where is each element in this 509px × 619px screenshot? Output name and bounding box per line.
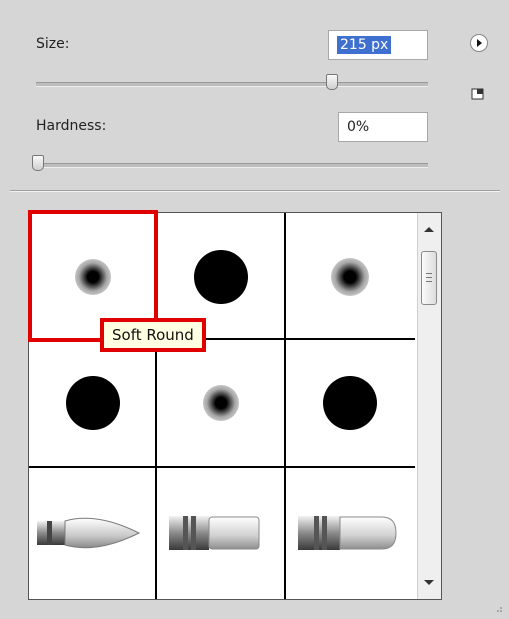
rounded-flat-brush-icon — [298, 516, 397, 550]
soft-round-tip-icon — [331, 258, 369, 296]
size-slider-track[interactable] — [36, 82, 428, 87]
hard-round-tip-icon — [194, 250, 248, 304]
brush-picker-panel: Size: 215 px Hardness: 0% Soft Round — [0, 0, 509, 619]
brush-preset-rounded-flat[interactable] — [286, 468, 415, 599]
brush-preset-pointed[interactable] — [29, 468, 157, 599]
brush-preset-hard-round[interactable] — [286, 340, 415, 468]
size-label: Size: — [36, 36, 70, 52]
arrow-right-circle-icon[interactable] — [470, 34, 488, 52]
new-preset-icon[interactable] — [470, 86, 486, 102]
resize-grip-icon[interactable] — [493, 603, 503, 613]
flat-brush-icon — [169, 516, 260, 550]
hardness-slider-thumb[interactable] — [32, 155, 44, 171]
hardness-label: Hardness: — [36, 118, 107, 134]
scrollbar-thumb[interactable] — [421, 251, 437, 305]
brush-tooltip: Soft Round — [100, 318, 206, 352]
hard-round-tip-icon — [66, 376, 120, 430]
divider — [10, 190, 500, 192]
size-field[interactable]: 215 px — [328, 30, 428, 60]
brush-preset-flat[interactable] — [157, 468, 286, 599]
size-slider-thumb[interactable] — [326, 74, 338, 90]
vertical-scrollbar[interactable] — [417, 213, 441, 599]
hard-round-tip-icon — [323, 376, 377, 430]
scroll-down-arrow-icon[interactable] — [424, 580, 434, 585]
size-value: 215 px — [337, 36, 392, 54]
hardness-value: 0% — [347, 119, 370, 135]
hardness-slider-track[interactable] — [36, 163, 428, 168]
hardness-field[interactable]: 0% — [338, 112, 428, 142]
soft-round-tip-icon — [203, 385, 239, 421]
brush-preset-hard-round[interactable] — [29, 340, 157, 468]
brush-preset-soft-round[interactable] — [286, 213, 415, 340]
brush-preset-soft-round[interactable] — [157, 340, 286, 468]
pointed-brush-icon — [37, 517, 141, 549]
scroll-up-arrow-icon[interactable] — [424, 227, 434, 232]
